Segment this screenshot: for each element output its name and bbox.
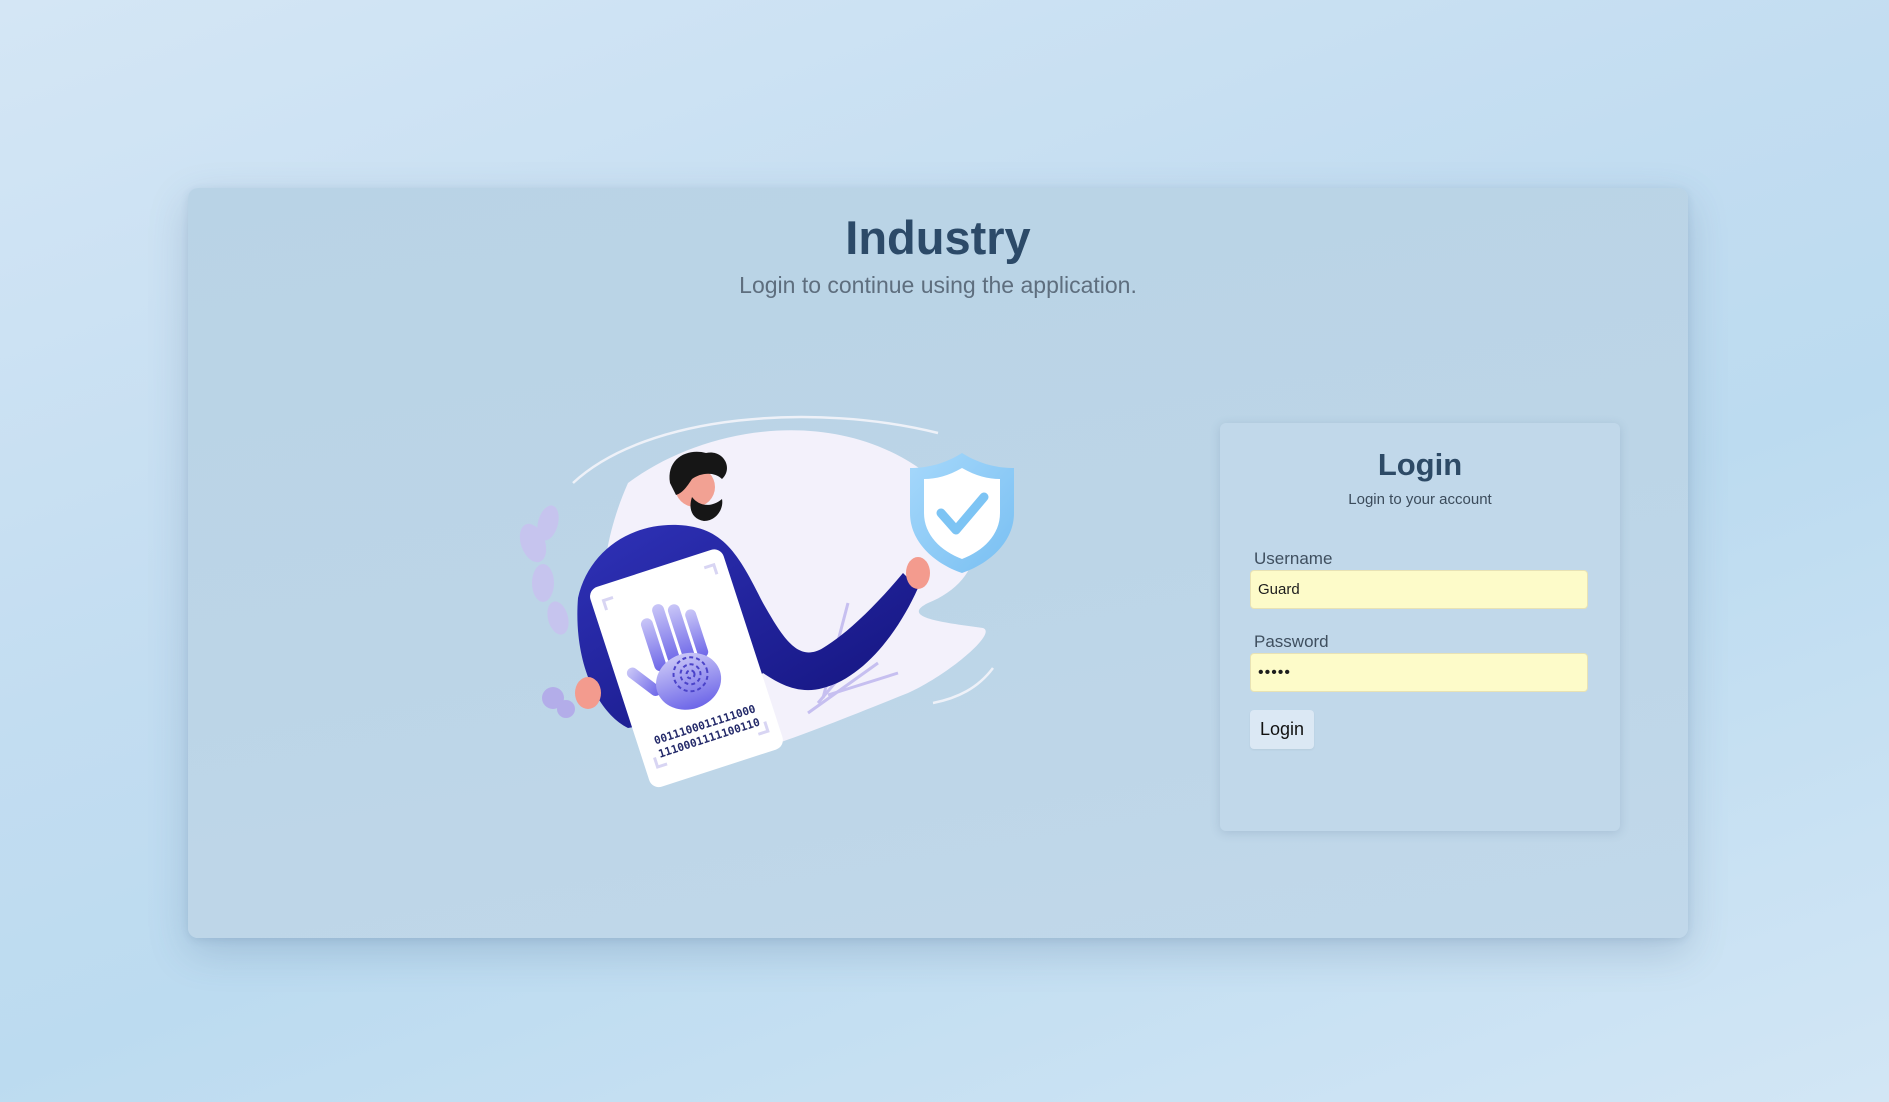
- page-title: Industry: [845, 211, 1031, 264]
- person-hand-left: [575, 677, 601, 709]
- username-label: Username: [1254, 549, 1333, 568]
- page-subtitle: Login to continue using the application.: [739, 272, 1137, 298]
- person-hand-right: [906, 557, 930, 589]
- login-subtitle: Login to your account: [1348, 491, 1492, 508]
- illustration-svg: 0011100011111000 1110001111100110: [519, 415, 1014, 788]
- login-button[interactable]: Login: [1250, 710, 1314, 749]
- password-label: Password: [1254, 632, 1329, 651]
- login-card: Industry Login to continue using the app…: [188, 188, 1688, 938]
- login-form: Login Login to your account Username Pas…: [1220, 423, 1620, 831]
- plant-left: [519, 505, 575, 718]
- password-field[interactable]: [1250, 653, 1588, 692]
- biometric-security-illustration: 0011100011111000 1110001111100110: [478, 413, 1038, 803]
- login-title: Login: [1377, 447, 1463, 482]
- username-field[interactable]: [1250, 570, 1588, 609]
